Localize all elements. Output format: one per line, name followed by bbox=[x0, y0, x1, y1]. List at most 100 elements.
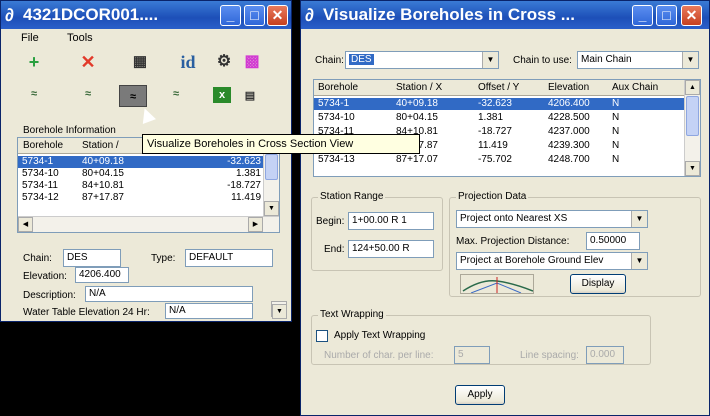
cell-borehole: 5734-10 bbox=[22, 168, 59, 179]
borehole-list-small-hscroll[interactable]: ◀ ▶ bbox=[18, 216, 279, 232]
menu-file[interactable]: File bbox=[21, 32, 39, 44]
plan-view-icon[interactable]: ≈ bbox=[77, 83, 99, 105]
max-distance-label: Max. Projection Distance: bbox=[456, 236, 570, 247]
water-table-field[interactable]: N/A bbox=[165, 303, 253, 319]
table-row[interactable]: 5734-1 40+09.18 -32.623 bbox=[18, 156, 263, 168]
borehole-info-label: Borehole Information bbox=[23, 125, 116, 136]
app-icon: ∂ bbox=[5, 5, 14, 25]
chars-per-line-field[interactable]: 5 bbox=[454, 346, 490, 364]
profile-view-icon[interactable]: ≈ bbox=[23, 83, 45, 105]
chain-to-use-value: Main Chain bbox=[581, 54, 632, 65]
borehole-list[interactable]: Borehole Station / X Offset / Y Elevatio… bbox=[313, 79, 701, 177]
apply-text-wrapping-checkbox[interactable] bbox=[316, 330, 328, 342]
cell-borehole: 5734-13 bbox=[318, 154, 355, 165]
scroll-thumb[interactable] bbox=[686, 96, 699, 136]
menu-tools[interactable]: Tools bbox=[67, 32, 93, 44]
cell-station: 40+09.18 bbox=[82, 156, 124, 167]
projection-data-group: Projection Data Project onto Nearest XS … bbox=[449, 191, 701, 297]
spreadsheet-icon[interactable]: x bbox=[213, 87, 231, 103]
delete-icon[interactable]: ✕ bbox=[77, 51, 99, 73]
visualize-boreholes-icon[interactable]: ≈ bbox=[119, 85, 147, 107]
col-borehole[interactable]: Borehole bbox=[23, 140, 63, 151]
project-at-select[interactable]: Project at Borehole Ground Elev ▼ bbox=[456, 252, 648, 270]
borehole-window-titlebar[interactable]: ∂ 4321DCOR001.... _ □ ✕ bbox=[1, 1, 291, 29]
cell-aux-chain: N bbox=[612, 126, 620, 137]
table-row[interactable]: 5734-1 40+09.18 -32.623 4206.400 N bbox=[314, 98, 684, 110]
borehole-list-header: Borehole Station / X Offset / Y Elevatio… bbox=[314, 80, 684, 96]
table-row[interactable]: 5734-10 80+04.15 1.381 bbox=[18, 168, 263, 180]
chain-to-use-label: Chain to use: bbox=[513, 55, 572, 66]
project-at-value: Project at Borehole Ground Elev bbox=[460, 255, 604, 266]
scroll-down-icon[interactable]: ▼ bbox=[264, 201, 279, 216]
close-button[interactable]: ✕ bbox=[267, 5, 288, 26]
col-station[interactable]: Station / bbox=[82, 140, 119, 151]
scroll-left-icon[interactable]: ◀ bbox=[18, 217, 33, 232]
close-button[interactable]: ✕ bbox=[681, 5, 702, 26]
elevation-field[interactable]: 4206.400 bbox=[75, 267, 129, 283]
col-aux-chain[interactable]: Aux Chain bbox=[612, 82, 658, 93]
cell-offset: 1.381 bbox=[478, 112, 504, 123]
chain-select[interactable]: DES ▼ bbox=[345, 51, 499, 69]
scroll-thumb[interactable] bbox=[265, 154, 278, 180]
chevron-down-icon[interactable]: ▼ bbox=[482, 52, 498, 68]
minimize-button[interactable]: _ bbox=[632, 5, 653, 26]
end-field[interactable]: 124+50.00 R bbox=[348, 240, 434, 258]
cell-offset: -18.727 bbox=[478, 126, 512, 137]
type-field[interactable]: DEFAULT bbox=[185, 249, 273, 267]
projection-mode-select[interactable]: Project onto Nearest XS ▼ bbox=[456, 210, 648, 228]
scroll-down-icon[interactable]: ▼ bbox=[272, 304, 287, 319]
description-field[interactable]: N/A bbox=[85, 286, 253, 302]
cell-station: 84+10.81 bbox=[82, 180, 124, 191]
col-station[interactable]: Station / X bbox=[396, 82, 442, 93]
id-icon[interactable]: id bbox=[177, 51, 199, 73]
chevron-down-icon[interactable]: ▼ bbox=[631, 253, 647, 269]
export-icon[interactable]: ▤ bbox=[239, 85, 261, 107]
apply-button[interactable]: Apply bbox=[455, 385, 505, 405]
cell-borehole: 5734-11 bbox=[22, 180, 58, 191]
col-borehole[interactable]: Borehole bbox=[318, 82, 358, 93]
station-range-title: Station Range bbox=[318, 191, 386, 202]
minimize-button[interactable]: _ bbox=[220, 5, 241, 26]
menubar: File Tools bbox=[1, 29, 291, 47]
cell-offset: -32.623 bbox=[478, 98, 512, 109]
maximize-button[interactable]: □ bbox=[656, 5, 677, 26]
max-distance-field[interactable]: 0.50000 bbox=[586, 232, 640, 250]
scroll-right-icon[interactable]: ▶ bbox=[248, 217, 263, 232]
cell-aux-chain: N bbox=[612, 112, 620, 123]
chart-icon[interactable]: ▩ bbox=[241, 51, 263, 73]
type-label: Type: bbox=[151, 253, 176, 264]
table-row[interactable]: 5734-11 84+10.81 -18.727 bbox=[18, 180, 263, 192]
borehole-window-title: 4321DCOR001.... bbox=[23, 5, 159, 24]
cell-offset: -75.702 bbox=[478, 154, 512, 165]
section-view-icon[interactable]: ≈ bbox=[165, 83, 187, 105]
document-icon[interactable]: ▦ bbox=[129, 51, 151, 73]
station-range-group: Station Range Begin: 1+00.00 R 1 End: 12… bbox=[311, 191, 443, 271]
chain-select-value: DES bbox=[349, 54, 374, 65]
cell-borehole: 5734-10 bbox=[318, 112, 355, 123]
begin-label: Begin: bbox=[316, 216, 345, 227]
begin-field[interactable]: 1+00.00 R 1 bbox=[348, 212, 434, 230]
scroll-up-icon[interactable]: ▲ bbox=[685, 80, 700, 95]
cell-station: 40+09.18 bbox=[396, 98, 438, 109]
borehole-list-scrollbar[interactable]: ▲ ▼ bbox=[684, 80, 700, 176]
add-icon[interactable]: + bbox=[23, 51, 45, 73]
col-elevation[interactable]: Elevation bbox=[548, 82, 589, 93]
cell-borehole: 5734-1 bbox=[22, 156, 54, 167]
chain-field[interactable]: DES bbox=[63, 249, 121, 267]
water-table-scrollbar[interactable]: ▼ bbox=[271, 301, 287, 319]
display-button[interactable]: Display bbox=[570, 274, 626, 294]
table-row[interactable]: 5734-13 87+17.07 -75.702 4248.700 N bbox=[314, 154, 684, 166]
col-offset[interactable]: Offset / Y bbox=[478, 82, 519, 93]
chevron-down-icon[interactable]: ▼ bbox=[631, 211, 647, 227]
table-row[interactable]: 5734-10 80+04.15 1.381 4228.500 N bbox=[314, 112, 684, 124]
line-spacing-field[interactable]: 0.000 bbox=[586, 346, 624, 364]
settings-icon[interactable]: ⚙ bbox=[213, 51, 235, 73]
chain-label: Chain: bbox=[315, 55, 344, 66]
chain-to-use-select[interactable]: Main Chain ▼ bbox=[577, 51, 699, 69]
table-row[interactable]: 5734-12 87+17.87 11.419 bbox=[18, 192, 263, 204]
cell-offset: 11.419 bbox=[231, 192, 261, 203]
chevron-down-icon[interactable]: ▼ bbox=[682, 52, 698, 68]
visualize-window-titlebar[interactable]: ∂ Visualize Boreholes in Cross ... _ □ ✕ bbox=[301, 1, 709, 29]
maximize-button[interactable]: □ bbox=[244, 5, 265, 26]
scroll-down-icon[interactable]: ▼ bbox=[685, 161, 700, 176]
